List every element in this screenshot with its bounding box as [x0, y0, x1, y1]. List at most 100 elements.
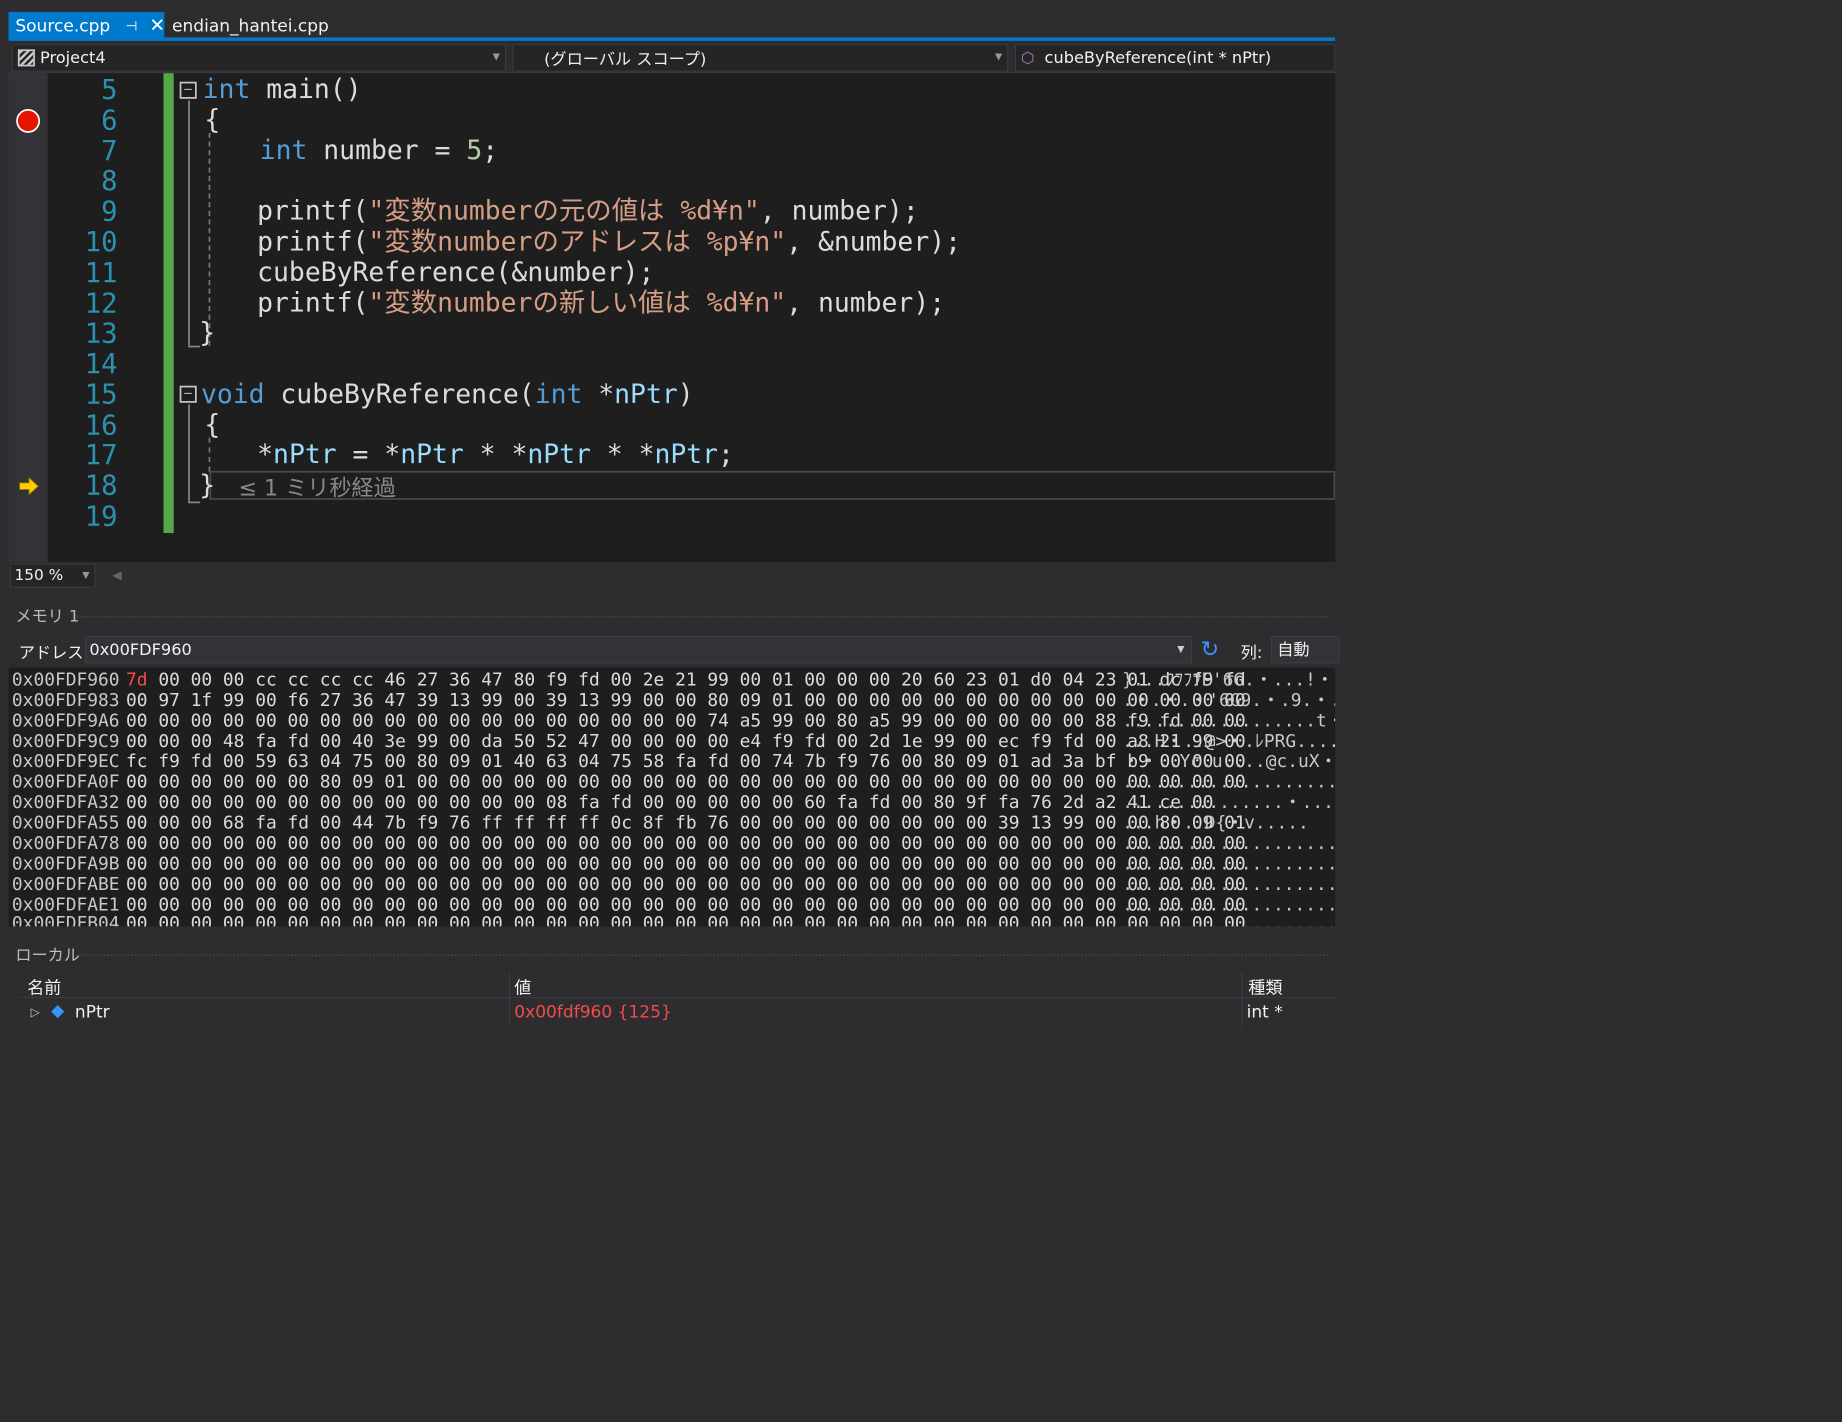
tab-label: endian_hantei.cpp	[172, 15, 329, 36]
chevron-down-icon[interactable]: ▼	[1177, 637, 1184, 663]
refresh-icon[interactable]: ↻	[1201, 637, 1220, 663]
grip-dots[interactable]	[76, 954, 1329, 957]
memory-panel-title: メモリ 1	[8, 602, 1336, 631]
tab-label: Source.cpp	[15, 15, 111, 36]
outline-bracket	[188, 100, 190, 346]
chevron-down-icon: ▼	[492, 51, 500, 63]
memory-bytes: 00 97 1f 99 00 f6 27 36 47 39 13 99 00 3…	[126, 689, 1246, 711]
breakpoint-icon[interactable]	[16, 108, 41, 133]
parameter: nPtr	[654, 439, 719, 471]
column-divider[interactable]	[1241, 972, 1243, 998]
code-text: * *	[463, 439, 528, 471]
local-value[interactable]: 0x00fdf960 {125}	[514, 1001, 671, 1021]
memory-ascii: ...h・..D{・v..... ・・	[1122, 812, 1335, 833]
line-number: 15	[84, 378, 118, 411]
memory-bytes: 00 00 00 68 fa fd 00 44 7b f9 76 ff ff f…	[126, 812, 1246, 833]
memory-address: 0x00FDF9A6	[11, 710, 120, 731]
number-literal: 5	[466, 135, 483, 167]
current-statement-arrow-icon	[19, 476, 39, 496]
memory-address: 0x00FDFA0F	[11, 771, 120, 792]
collapse-icon[interactable]: −	[179, 81, 197, 99]
code-editor[interactable]: 5 6 7 8 9 10 11 12 13 14 15 16 17 18 19 …	[8, 73, 1336, 562]
memory-row: 0x00FDF983 00 97 1f 99 00 f6 27 36 47 39 …	[12, 690, 1335, 710]
column-header-type[interactable]: 種類	[1248, 974, 1282, 999]
code-text: *	[582, 378, 615, 410]
column-dropdown[interactable]: 自動	[1271, 636, 1340, 664]
project-icon	[17, 49, 35, 67]
expand-icon[interactable]: ▷	[31, 1006, 40, 1020]
memory-row: 0x00FDFAE1 00 00 00 00 00 00 00 00 00 00 …	[12, 894, 1335, 914]
column-divider	[509, 997, 511, 1027]
code-line-6: {	[204, 104, 221, 136]
indicator-margin[interactable]	[8, 73, 48, 562]
column-header-name[interactable]: 名前	[27, 974, 61, 999]
parameter: nPtr	[273, 439, 337, 471]
chevron-down-icon: ▼	[82, 569, 90, 581]
memory-address: 0x00FDF9C9	[11, 730, 120, 752]
scope-dropdown[interactable]: (グローバル スコープ) ▼	[512, 44, 1009, 72]
memory-bytes: 00 00 00 48 fa fd 00 40 3e 99 00 da 50 5…	[126, 730, 1246, 752]
local-type: int *	[1246, 1001, 1283, 1022]
line-number: 19	[84, 499, 118, 533]
tab-source-cpp[interactable]: Source.cpp ⊣ ✕	[8, 11, 165, 40]
code-line-7: int number = 5;	[260, 135, 498, 166]
locals-row[interactable]: ▷ ◆ nPtr 0x00fdf960 {125} int *	[20, 997, 1336, 1027]
memory-bytes: 00 00 00 00 00 00 00 00 00 00 00 00 00 0…	[126, 912, 1246, 927]
panel-title-text: ローカル	[15, 946, 81, 965]
tab-endian-hantei-cpp[interactable]: endian_hantei.cpp	[172, 12, 329, 39]
code-text: printf(	[257, 195, 369, 227]
zoom-dropdown[interactable]: 150 % ▼	[10, 563, 96, 588]
column-value: 自動	[1277, 640, 1310, 660]
address-input[interactable]: 0x00FDF960 ▼	[85, 636, 1193, 664]
close-icon[interactable]: ✕	[149, 15, 165, 36]
code-line-16: {	[204, 409, 221, 441]
column-label: 列:	[1240, 643, 1263, 663]
line-number: 5	[101, 73, 118, 106]
document-tab-bar: Source.cpp ⊣ ✕ endian_hantei.cpp	[0, 0, 1336, 41]
string-literal: "変数numberのアドレスは %p¥n"	[368, 226, 787, 258]
code-line-17: *nPtr = *nPtr * *nPtr * *nPtr;	[257, 439, 734, 470]
panel-title-text: メモリ 1	[15, 607, 80, 626]
code-text: , &number);	[786, 226, 962, 258]
memory-ascii: .....................	[1122, 912, 1336, 927]
memory-row: 0x00FDF960 7d 00 00 00 cc cc cc cc 46 27 …	[12, 669, 1335, 689]
grip-dots[interactable]	[76, 615, 1329, 618]
column-header-value[interactable]: 値	[514, 974, 531, 999]
memory-row: 0x00FDF9A6 00 00 00 00 00 00 00 00 00 00 …	[12, 710, 1335, 730]
address-label: アドレス:	[18, 643, 89, 663]
memory-address: 0x00FDFA55	[11, 812, 120, 833]
code-line-5: int main()	[203, 74, 362, 105]
perf-tip-elapsed: ≤ 1 ミリ秒経過	[238, 475, 396, 502]
string-literal: "変数numberの新しい値は %d¥n"	[368, 287, 787, 319]
keyword: int	[202, 74, 251, 105]
code-line-10: printf("変数numberのアドレスは %p¥n", &number);	[257, 226, 961, 257]
keyword: int	[259, 135, 308, 167]
code-text: * *	[590, 439, 655, 471]
line-number: 7	[101, 134, 118, 167]
pin-icon[interactable]: ⊣	[126, 17, 138, 33]
memory-view[interactable]: 0x00FDF960 7d 00 00 00 cc cc cc cc 46 27 …	[8, 667, 1336, 927]
line-number: 9	[101, 194, 118, 228]
memory-address-bar: アドレス: 0x00FDF960 ▼ ↻ 列: 自動	[8, 633, 1340, 666]
collapse-icon[interactable]: −	[179, 385, 197, 403]
outline-bracket	[188, 501, 201, 504]
member-dropdown[interactable]: ⬡ cubeByReference(int * nPtr)	[1014, 44, 1336, 72]
code-text: = *	[336, 439, 401, 471]
code-text: main()	[250, 74, 362, 105]
memory-address: 0x00FDFABE	[11, 873, 120, 895]
code-line-18: }	[199, 470, 216, 501]
locals-panel-title: ローカル	[8, 941, 1336, 970]
code-line-15: void cubeByReference(int *nPtr)	[201, 379, 694, 410]
memory-ascii: .....................	[1122, 832, 1336, 854]
memory-row: 0x00FDFA55 00 00 00 68 fa fd 00 44 7b f9 …	[12, 812, 1335, 832]
column-divider	[1241, 997, 1243, 1027]
column-divider[interactable]	[509, 972, 511, 998]
scroll-left-icon[interactable]: ◀	[112, 569, 121, 583]
project-dropdown[interactable]: Project4 ▼	[11, 44, 506, 72]
memory-ascii: }...ﾌﾌﾌﾌF'6G.・...!・..	[1122, 669, 1336, 690]
bytes-text: 00 00 00 cc cc cc cc 46 27 36 47 80 f9 f…	[147, 669, 1246, 690]
parameter: nPtr	[527, 439, 591, 471]
memory-bytes: 00 00 00 00 00 00 00 00 00 00 00 00 00 0…	[126, 873, 1246, 895]
member-label: cubeByReference(int * nPtr)	[1044, 48, 1272, 68]
memory-row: 0x00FDF9C9 00 00 00 48 fa fd 00 40 3e 99 …	[12, 731, 1335, 751]
